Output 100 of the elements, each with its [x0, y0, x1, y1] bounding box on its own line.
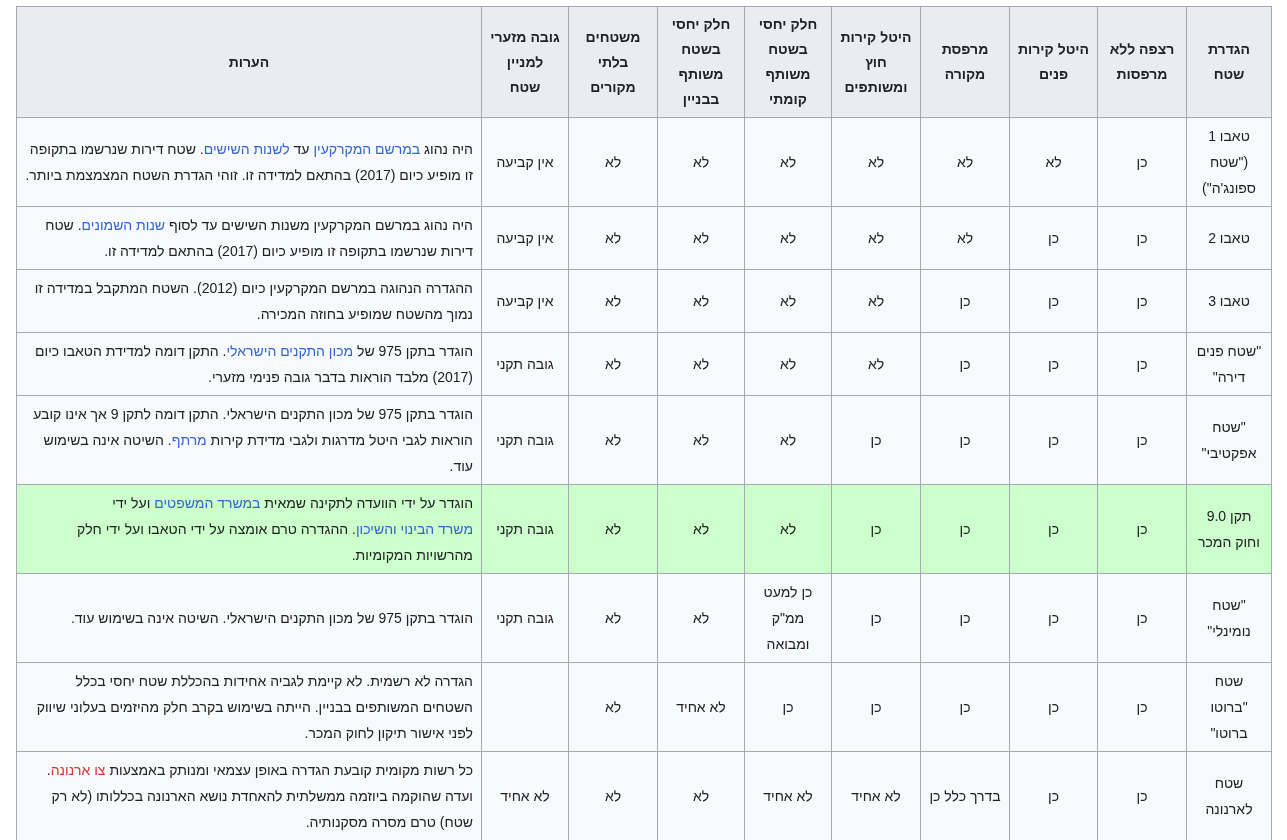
- table-cell: לא: [920, 206, 1010, 270]
- table-cell: כן: [831, 573, 921, 663]
- table-cell: כן: [1097, 751, 1187, 840]
- table-cell: כן: [1009, 269, 1098, 333]
- table-cell: אין קביעה: [481, 206, 569, 270]
- table-cell: לא: [568, 484, 658, 574]
- table-cell: כן: [1097, 117, 1187, 207]
- table-cell: כן: [1009, 332, 1098, 396]
- table-cell: כן: [1097, 206, 1187, 270]
- table-cell: לא: [744, 269, 832, 333]
- table-cell: אין קביעה: [481, 117, 569, 207]
- table-cell: כן: [920, 332, 1010, 396]
- table-cell: הוגדר בתקן 975 של מכון התקנים הישראלי. התקן דומה למדידת הטאבו כיום (2017) מלבד הוראות בדבר גובה פנימי מזערי.: [16, 332, 482, 396]
- table-cell: לא אחיד: [481, 751, 569, 840]
- table-cell: כן: [1009, 484, 1098, 574]
- table-cell: לא: [657, 395, 745, 485]
- table-cell: בדרך כלל כן: [920, 751, 1010, 840]
- table-cell: שטח לארנונה: [1186, 751, 1272, 840]
- table-cell: לא: [1009, 117, 1098, 207]
- table-cell: תקן 9.0 וחוק המכר: [1186, 484, 1272, 574]
- table-cell: לא: [657, 751, 745, 840]
- table-cell: ההגדרה הנהוגה במרשם המקרקעין כיום (2012). השטח המתקבל במדידה זו נמוך מהשטח שמופיע בחוזה המכירה.: [16, 269, 482, 333]
- table-cell: לא: [657, 269, 745, 333]
- table-cell: כן: [1097, 573, 1187, 663]
- column-header: היטל קירות חוץ ומשותפים: [831, 6, 921, 118]
- table-cell: לא: [744, 117, 832, 207]
- table-cell: לא: [657, 332, 745, 396]
- column-header: הגדרת שטח: [1186, 6, 1272, 118]
- table-cell: לא: [831, 117, 921, 207]
- table-cell: לא: [744, 332, 832, 396]
- table-cell: הוגדר בתקן 975 של מכון התקנים הישראלי. השיטה אינה בשימוש עוד.: [16, 573, 482, 663]
- table-cell: כן: [744, 662, 832, 752]
- table-cell: הוגדר בתקן 975 של מכון התקנים הישראלי. התקן דומה לתקן 9 אך אינו קובע הוראות לגבי היטל מדרגות ולגבי מדידת קירות מרתף. השיטה אינה בשימוש עוד.: [16, 395, 482, 485]
- table-cell: גובה תקני: [481, 573, 569, 663]
- table-cell: לא: [744, 395, 832, 485]
- table-cell: לא: [831, 269, 921, 333]
- column-header: משטחים בלתי מקורים: [568, 6, 658, 118]
- table-cell: היה נהוג במרשם המקרקעין משנות השישים עד לסוף שנות השמונים. שטח דירות שנרשמו בתקופה זו מופיע כיום (2017) בהתאם למדידה זו.: [16, 206, 482, 270]
- column-header: גובה מזערי למניין שטח: [481, 6, 569, 118]
- table-cell: כן: [831, 395, 921, 485]
- column-header: חלק יחסי בשטח משותף בבניין: [657, 6, 745, 118]
- table-cell: לא: [657, 484, 745, 574]
- table-cell: כן: [1009, 751, 1098, 840]
- table-cell: טאבו 2: [1186, 206, 1272, 270]
- table-cell: היה נהוג במרשם המקרקעין עד לשנות השישים. שטח דירות שנרשמו בתקופה זו מופיע כיום (2017) בהתאם למדידה זו. זוהי הגדרת השטח המצמצמת ביותר.: [16, 117, 482, 207]
- table-cell: כן: [920, 662, 1010, 752]
- column-header: חלק יחסי בשטח משותף קומתי: [744, 6, 832, 118]
- table-cell: לא: [831, 332, 921, 396]
- wiki-link[interactable]: במרשם המקרקעין: [313, 141, 421, 157]
- table-cell: כן: [920, 484, 1010, 574]
- table-cell: טאבו 1 ("שטח ספונג'ה"): [1186, 117, 1272, 207]
- table-cell: כן: [1097, 332, 1187, 396]
- table-cell: לא: [568, 573, 658, 663]
- column-header: היטל קירות פנים: [1009, 6, 1098, 118]
- column-header: מרפסת מקורה: [920, 6, 1010, 118]
- table-cell: כן: [1009, 662, 1098, 752]
- wiki-link[interactable]: צו ארנונה: [50, 762, 106, 778]
- table-cell: "שטח אפקטיבי": [1186, 395, 1272, 485]
- table-cell: לא: [568, 332, 658, 396]
- table-cell: כן: [1009, 573, 1098, 663]
- table-cell: כן: [831, 662, 921, 752]
- column-header: הערות: [16, 6, 482, 118]
- table-cell: לא אחיד: [657, 662, 745, 752]
- table-cell: לא אחיד: [831, 751, 921, 840]
- table-cell: לא: [568, 751, 658, 840]
- table-cell: לא: [568, 206, 658, 270]
- table-cell: "שטח פנים דירה": [1186, 332, 1272, 396]
- table-cell: לא: [568, 395, 658, 485]
- wiki-link[interactable]: משרד הבינוי והשיכון: [355, 521, 473, 537]
- table-cell: כן: [1009, 206, 1098, 270]
- column-header: רצפה ללא מרפסות: [1097, 6, 1187, 118]
- table-cell: גובה תקני: [481, 332, 569, 396]
- wiki-link[interactable]: במשרד המשפטים: [154, 495, 261, 511]
- table-cell: לא: [568, 269, 658, 333]
- table-cell: כן: [920, 269, 1010, 333]
- wiki-link[interactable]: מרתף: [171, 432, 207, 448]
- wiki-link[interactable]: לשנות השישים: [203, 141, 290, 157]
- table-cell: "שטח נומינלי": [1186, 573, 1272, 663]
- table-cell: כן: [920, 395, 1010, 485]
- table-cell: שטח "ברוטו ברוטו": [1186, 662, 1272, 752]
- table-cell: אין קביעה: [481, 269, 569, 333]
- table-cell: הגדרה לא רשמית. לא קיימת לגביה אחידות בהכללת שטח יחסי בכלל השטחים המשותפים בבניין. הייתה בשימוש בקרב חלק מהיזמים בעלוני שיווק לפני אישור תיקון לחוק המכר.: [16, 662, 482, 752]
- table-cell: כן: [831, 484, 921, 574]
- table-cell: כן: [1097, 484, 1187, 574]
- table-cell: כן למעט ממ"ק ומבואה: [744, 573, 832, 663]
- table-cell: כן: [920, 573, 1010, 663]
- table-cell: לא: [831, 206, 921, 270]
- table-cell: טאבו 3: [1186, 269, 1272, 333]
- table-cell: גובה תקני: [481, 395, 569, 485]
- table-cell: לא אחיד: [744, 751, 832, 840]
- table-cell: כל רשות מקומית קובעת הגדרה באופן עצמאי ומנותק באמצעות צו ארנונה. ועדה שהוקמה ביוזמה ממשלתית להאחדת נושא הארנונה בכללותו (לא רק שטח) טרם מסרה מסקנותיה.: [16, 751, 482, 840]
- table-cell: לא: [744, 206, 832, 270]
- table-cell: לא: [744, 484, 832, 574]
- wiki-link[interactable]: מכון התקנים הישראלי: [226, 343, 354, 359]
- table-cell: לא: [657, 206, 745, 270]
- table-cell: לא: [568, 117, 658, 207]
- table-cell: כן: [1009, 395, 1098, 485]
- table-cell: כן: [1097, 395, 1187, 485]
- table-cell: הוגדר על ידי הוועדה לתקינה שמאית במשרד המשפטים ועל ידי משרד הבינוי והשיכון. ההגדרה טרם אומצה על ידי הטאבו ועל ידי חלק מהרשויות המקומיות.: [16, 484, 482, 574]
- table-cell: כן: [1097, 269, 1187, 333]
